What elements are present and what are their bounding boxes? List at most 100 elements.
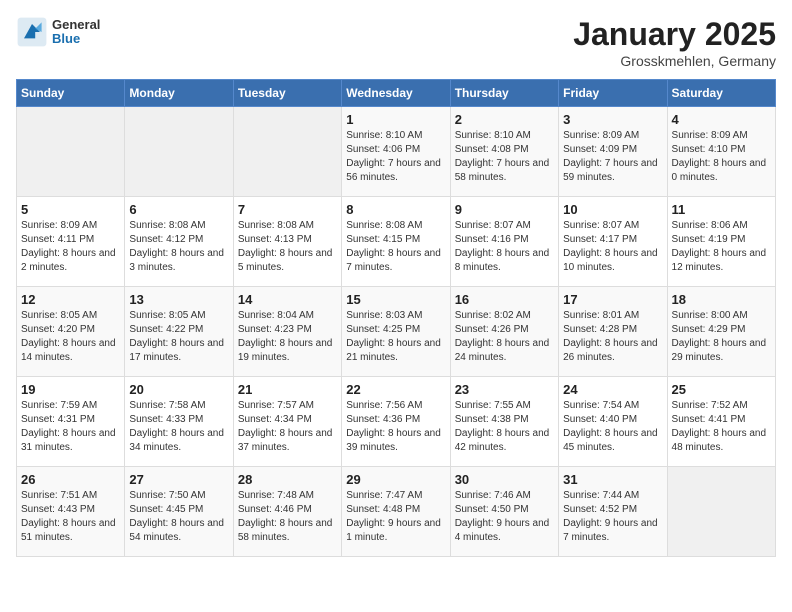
day-info: Sunrise: 8:10 AM Sunset: 4:06 PM Dayligh… — [346, 129, 445, 185]
day-number: 3 — [563, 112, 662, 127]
day-number: 17 — [563, 292, 662, 307]
day-info: Sunrise: 8:02 AM Sunset: 4:26 PM Dayligh… — [455, 309, 554, 365]
calendar-cell: 27 Sunrise: 7:50 AM Sunset: 4:45 PM Dayli… — [125, 467, 233, 557]
calendar-cell: 25 Sunrise: 7:52 AM Sunset: 4:41 PM Dayli… — [667, 377, 775, 467]
calendar-cell: 1 Sunrise: 8:10 AM Sunset: 4:06 PM Daylig… — [342, 107, 450, 197]
day-info: Sunrise: 7:55 AM Sunset: 4:38 PM Dayligh… — [455, 399, 554, 455]
day-number: 25 — [672, 382, 771, 397]
day-info: Sunrise: 7:57 AM Sunset: 4:34 PM Dayligh… — [238, 399, 337, 455]
day-info: Sunrise: 7:56 AM Sunset: 4:36 PM Dayligh… — [346, 399, 445, 455]
col-header-thursday: Thursday — [450, 80, 558, 107]
day-info: Sunrise: 7:48 AM Sunset: 4:46 PM Dayligh… — [238, 489, 337, 545]
calendar-cell: 18Sunrise: 8:00 AM Sunset: 4:29 PM Dayli… — [667, 287, 775, 377]
day-info: Sunrise: 7:54 AM Sunset: 4:40 PM Dayligh… — [563, 399, 662, 455]
col-header-sunday: Sunday — [17, 80, 125, 107]
calendar-cell — [667, 467, 775, 557]
day-number: 21 — [238, 382, 337, 397]
logo-blue: Blue — [52, 32, 100, 46]
calendar-cell: 14 Sunrise: 8:04 AM Sunset: 4:23 PM Dayli… — [233, 287, 341, 377]
day-info: Sunrise: 7:46 AM Sunset: 4:50 PM Dayligh… — [455, 489, 554, 545]
calendar-header-row: SundayMondayTuesdayWednesdayThursdayFrid… — [17, 80, 776, 107]
calendar-title: January 2025 — [573, 16, 776, 53]
col-header-monday: Monday — [125, 80, 233, 107]
day-number: 8 — [346, 202, 445, 217]
logo-general: General — [52, 18, 100, 32]
calendar-cell: 28 Sunrise: 7:48 AM Sunset: 4:46 PM Dayli… — [233, 467, 341, 557]
col-header-wednesday: Wednesday — [342, 80, 450, 107]
calendar-cell: 17 Sunrise: 8:01 AM Sunset: 4:28 PM Dayli… — [559, 287, 667, 377]
day-info: Sunrise: 8:10 AM Sunset: 4:08 PM Dayligh… — [455, 129, 554, 185]
day-info: Sunrise: 8:09 AM Sunset: 4:11 PM Dayligh… — [21, 219, 120, 275]
day-number: 30 — [455, 472, 554, 487]
day-info: Sunrise: 8:04 AM Sunset: 4:23 PM Dayligh… — [238, 309, 337, 365]
calendar-cell: 19 Sunrise: 7:59 AM Sunset: 4:31 PM Dayli… — [17, 377, 125, 467]
calendar-cell: 29Sunrise: 7:47 AM Sunset: 4:48 PM Dayli… — [342, 467, 450, 557]
calendar-cell: 7Sunrise: 8:08 AM Sunset: 4:13 PM Daylig… — [233, 197, 341, 287]
day-number: 14 — [238, 292, 337, 307]
day-number: 12 — [21, 292, 120, 307]
calendar-cell: 21 Sunrise: 7:57 AM Sunset: 4:34 PM Dayli… — [233, 377, 341, 467]
day-number: 29 — [346, 472, 445, 487]
logo-text: General Blue — [52, 18, 100, 47]
logo-icon — [16, 16, 48, 48]
calendar-cell: 4 Sunrise: 8:09 AM Sunset: 4:10 PM Daylig… — [667, 107, 775, 197]
calendar-cell: 20Sunrise: 7:58 AM Sunset: 4:33 PM Dayli… — [125, 377, 233, 467]
day-info: Sunrise: 7:51 AM Sunset: 4:43 PM Dayligh… — [21, 489, 120, 545]
day-number: 24 — [563, 382, 662, 397]
calendar-table: SundayMondayTuesdayWednesdayThursdayFrid… — [16, 79, 776, 557]
calendar-subtitle: Grosskmehlen, Germany — [573, 53, 776, 69]
day-info: Sunrise: 7:44 AM Sunset: 4:52 PM Dayligh… — [563, 489, 662, 545]
day-number: 28 — [238, 472, 337, 487]
day-info: Sunrise: 8:07 AM Sunset: 4:16 PM Dayligh… — [455, 219, 554, 275]
calendar-cell: 5 Sunrise: 8:09 AM Sunset: 4:11 PM Daylig… — [17, 197, 125, 287]
day-number: 4 — [672, 112, 771, 127]
day-number: 23 — [455, 382, 554, 397]
calendar-cell: 31 Sunrise: 7:44 AM Sunset: 4:52 PM Dayli… — [559, 467, 667, 557]
calendar-cell: 26 Sunrise: 7:51 AM Sunset: 4:43 PM Dayli… — [17, 467, 125, 557]
calendar-cell: 22 Sunrise: 7:56 AM Sunset: 4:36 PM Dayli… — [342, 377, 450, 467]
calendar-week-row: 12Sunrise: 8:05 AM Sunset: 4:20 PM Dayli… — [17, 287, 776, 377]
calendar-cell — [233, 107, 341, 197]
col-header-tuesday: Tuesday — [233, 80, 341, 107]
day-info: Sunrise: 8:08 AM Sunset: 4:15 PM Dayligh… — [346, 219, 445, 275]
day-number: 26 — [21, 472, 120, 487]
day-info: Sunrise: 8:01 AM Sunset: 4:28 PM Dayligh… — [563, 309, 662, 365]
calendar-cell: 11Sunrise: 8:06 AM Sunset: 4:19 PM Dayli… — [667, 197, 775, 287]
calendar-cell — [125, 107, 233, 197]
day-info: Sunrise: 8:06 AM Sunset: 4:19 PM Dayligh… — [672, 219, 771, 275]
calendar-cell: 15 Sunrise: 8:03 AM Sunset: 4:25 PM Dayli… — [342, 287, 450, 377]
day-number: 10 — [563, 202, 662, 217]
calendar-cell: 9 Sunrise: 8:07 AM Sunset: 4:16 PM Daylig… — [450, 197, 558, 287]
calendar-week-row: 1 Sunrise: 8:10 AM Sunset: 4:06 PM Daylig… — [17, 107, 776, 197]
day-info: Sunrise: 7:59 AM Sunset: 4:31 PM Dayligh… — [21, 399, 120, 455]
day-info: Sunrise: 7:52 AM Sunset: 4:41 PM Dayligh… — [672, 399, 771, 455]
calendar-cell: 6Sunrise: 8:08 AM Sunset: 4:12 PM Daylig… — [125, 197, 233, 287]
day-number: 31 — [563, 472, 662, 487]
calendar-cell: 8 Sunrise: 8:08 AM Sunset: 4:15 PM Daylig… — [342, 197, 450, 287]
calendar-cell: 23 Sunrise: 7:55 AM Sunset: 4:38 PM Dayli… — [450, 377, 558, 467]
title-block: January 2025 Grosskmehlen, Germany — [573, 16, 776, 69]
calendar-cell: 12Sunrise: 8:05 AM Sunset: 4:20 PM Dayli… — [17, 287, 125, 377]
day-number: 16 — [455, 292, 554, 307]
day-number: 19 — [21, 382, 120, 397]
day-number: 9 — [455, 202, 554, 217]
day-number: 5 — [21, 202, 120, 217]
col-header-friday: Friday — [559, 80, 667, 107]
day-info: Sunrise: 7:50 AM Sunset: 4:45 PM Dayligh… — [129, 489, 228, 545]
day-info: Sunrise: 8:08 AM Sunset: 4:12 PM Dayligh… — [129, 219, 228, 275]
day-number: 1 — [346, 112, 445, 127]
calendar-week-row: 26 Sunrise: 7:51 AM Sunset: 4:43 PM Dayli… — [17, 467, 776, 557]
day-number: 22 — [346, 382, 445, 397]
day-info: Sunrise: 8:03 AM Sunset: 4:25 PM Dayligh… — [346, 309, 445, 365]
calendar-cell — [17, 107, 125, 197]
day-number: 27 — [129, 472, 228, 487]
day-number: 13 — [129, 292, 228, 307]
day-info: Sunrise: 8:09 AM Sunset: 4:09 PM Dayligh… — [563, 129, 662, 185]
day-number: 20 — [129, 382, 228, 397]
day-info: Sunrise: 8:08 AM Sunset: 4:13 PM Dayligh… — [238, 219, 337, 275]
calendar-cell: 3 Sunrise: 8:09 AM Sunset: 4:09 PM Daylig… — [559, 107, 667, 197]
day-number: 2 — [455, 112, 554, 127]
logo: General Blue — [16, 16, 100, 48]
day-info: Sunrise: 8:09 AM Sunset: 4:10 PM Dayligh… — [672, 129, 771, 185]
day-number: 15 — [346, 292, 445, 307]
